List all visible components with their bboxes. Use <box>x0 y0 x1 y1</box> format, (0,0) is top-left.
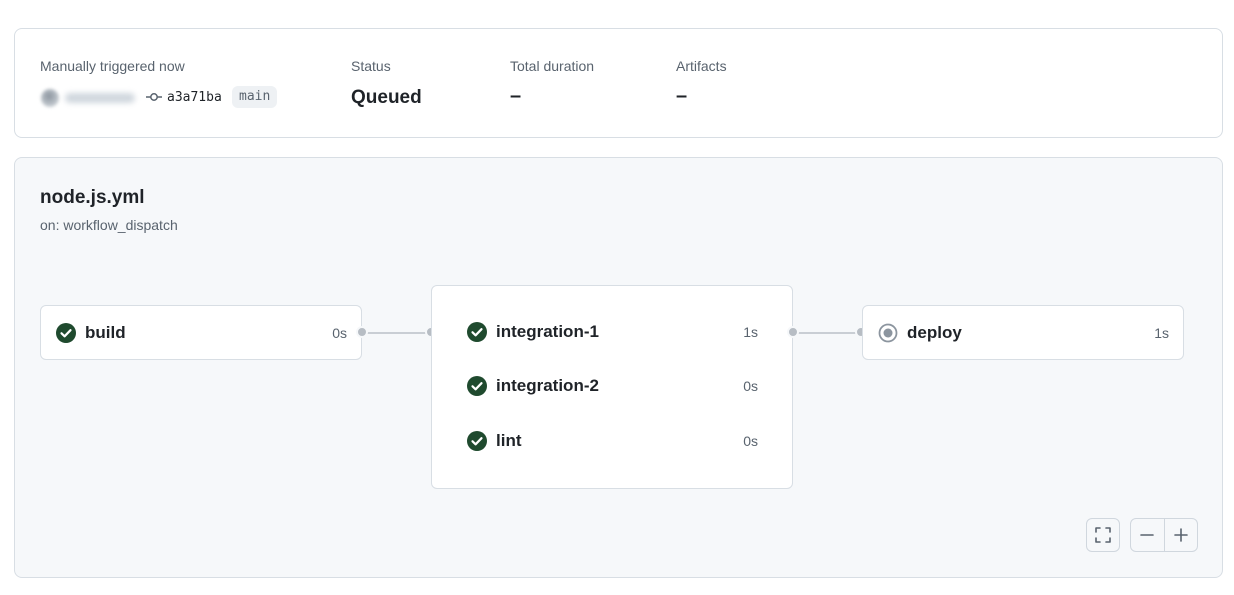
workflow-trigger: on: workflow_dispatch <box>40 217 178 233</box>
artifacts-label: Artifacts <box>676 58 727 74</box>
connector-line <box>364 332 432 334</box>
fullscreen-icon <box>1095 527 1111 543</box>
trigger-label: Manually triggered now <box>40 58 185 74</box>
duration-label: Total duration <box>510 58 595 74</box>
job-row-integration-1[interactable]: integration-1 1s <box>432 320 792 344</box>
job-row-integration-2[interactable]: integration-2 0s <box>432 374 792 398</box>
job-duration: 0s <box>743 378 758 394</box>
job-name: integration-2 <box>496 376 599 395</box>
check-circle-icon <box>467 431 487 451</box>
zoom-out-button[interactable] <box>1131 519 1164 551</box>
actor-username[interactable] <box>65 93 135 103</box>
connector-dot <box>787 326 799 338</box>
job-row-deploy[interactable]: deploy 1s <box>863 321 1183 345</box>
run-summary: Manually triggered now a3a71ba main Stat… <box>14 28 1223 138</box>
job-duration: 0s <box>743 433 758 449</box>
status-label: Status <box>351 58 391 74</box>
job-group-card: integration-1 1s integration-2 0s lint 0… <box>431 285 793 489</box>
branch-badge[interactable]: main <box>232 86 278 108</box>
connector-line <box>795 332 863 334</box>
job-row-build[interactable]: build 0s <box>41 321 361 345</box>
zoom-in-button[interactable] <box>1163 519 1198 551</box>
minus-icon <box>1140 534 1155 536</box>
check-circle-icon <box>467 322 487 342</box>
job-name: deploy <box>907 323 962 342</box>
job-card-deploy[interactable]: deploy 1s <box>862 305 1184 360</box>
fullscreen-button[interactable] <box>1086 518 1120 552</box>
status-value: Queued <box>351 87 422 108</box>
job-row-lint[interactable]: lint 0s <box>432 429 792 453</box>
job-duration: 0s <box>332 325 347 341</box>
artifacts-value: – <box>676 85 688 107</box>
actor-avatar[interactable] <box>41 89 59 107</box>
zoom-controls <box>1130 518 1198 552</box>
job-name: build <box>85 323 126 342</box>
job-card-build[interactable]: build 0s <box>40 305 362 360</box>
plus-icon <box>1173 528 1188 542</box>
job-name: lint <box>496 431 522 450</box>
job-name: integration-1 <box>496 322 599 341</box>
check-circle-icon <box>56 323 76 343</box>
git-commit-icon <box>146 93 162 101</box>
connector-dot <box>356 326 368 338</box>
job-duration: 1s <box>1154 325 1169 341</box>
job-duration: 1s <box>743 324 758 340</box>
duration-value: – <box>510 85 522 107</box>
commit-sha-link[interactable]: a3a71ba <box>167 90 222 105</box>
queued-status-icon <box>878 323 898 343</box>
workflow-name[interactable]: node.js.yml <box>40 187 145 209</box>
check-circle-icon <box>467 376 487 396</box>
workflow-graph: node.js.yml on: workflow_dispatch build … <box>14 157 1223 578</box>
